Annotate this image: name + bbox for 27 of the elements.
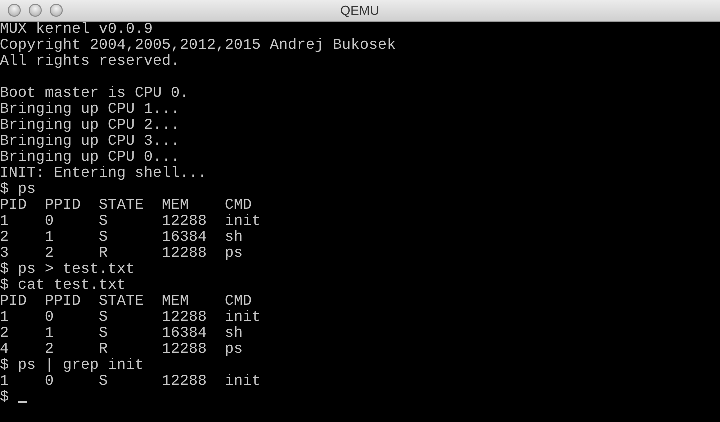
terminal-line: Bringing up CPU 0... xyxy=(0,149,180,166)
terminal-line: $ ps | grep init xyxy=(0,357,144,374)
terminal-line: $ cat test.txt xyxy=(0,277,126,294)
terminal-line: Bringing up CPU 2... xyxy=(0,117,180,134)
terminal-line: INIT: Entering shell... xyxy=(0,165,208,182)
terminal-line: All rights reserved. xyxy=(0,53,180,70)
terminal-line: 4 2 R 12288 ps xyxy=(0,341,244,358)
terminal-line: Boot master is CPU 0. xyxy=(0,85,190,102)
zoom-button[interactable] xyxy=(50,4,63,17)
terminal-line: 2 1 S 16384 sh xyxy=(0,229,244,246)
terminal-line: 1 0 S 12288 init xyxy=(0,213,262,230)
terminal-line: 1 0 S 12288 init xyxy=(0,373,262,390)
terminal-line: PID PPID STATE MEM CMD xyxy=(0,197,252,214)
terminal-line: Bringing up CPU 3... xyxy=(0,133,180,150)
terminal-line: Bringing up CPU 1... xyxy=(0,101,180,118)
close-button[interactable] xyxy=(8,4,21,17)
terminal-line: MUX kernel v0.0.9 xyxy=(0,21,154,38)
terminal-line: PID PPID STATE MEM CMD xyxy=(0,293,252,310)
shell-prompt: $ xyxy=(0,389,10,406)
terminal-line: 2 1 S 16384 sh xyxy=(0,325,244,342)
terminal-line: 3 2 R 12288 ps xyxy=(0,245,244,262)
window-title: QEMU xyxy=(340,2,380,18)
terminal-line: $ ps xyxy=(0,181,36,198)
minimize-button[interactable] xyxy=(29,4,42,17)
terminal-line: 1 0 S 12288 init xyxy=(0,309,262,326)
terminal-line: $ ps > test.txt xyxy=(0,261,136,278)
terminal-line: Copyright 2004,2005,2012,2015 Andrej Bukosek xyxy=(0,37,396,54)
